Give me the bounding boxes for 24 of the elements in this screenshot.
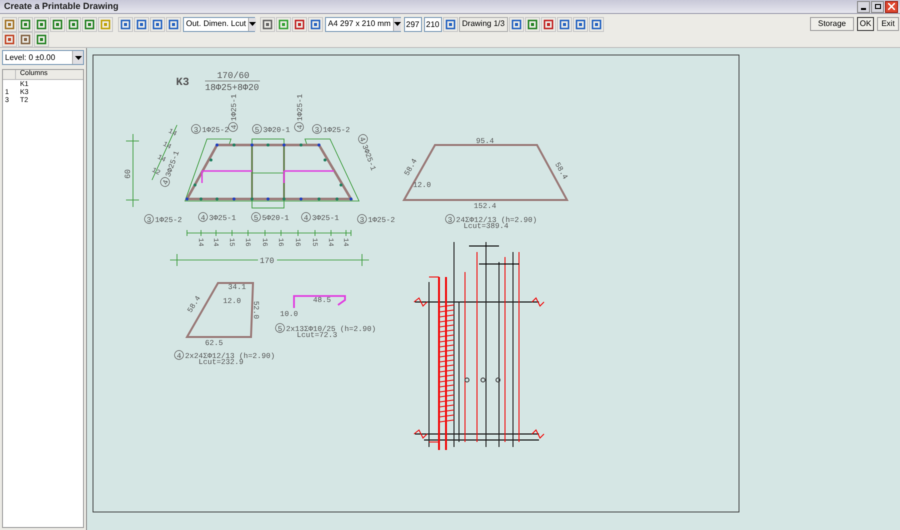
paper-size-select[interactable]: A4 297 x 210 mm: [325, 16, 401, 32]
ok-button[interactable]: OK: [857, 17, 874, 31]
restore-button[interactable]: [871, 0, 884, 12]
restore-icon: [874, 4, 880, 9]
reinforcement-formula: 18Φ25+8Φ20: [205, 83, 260, 93]
storage-button[interactable]: Storage: [810, 17, 854, 31]
level-select[interactable]: Level: 0 ±0.00: [2, 50, 84, 65]
close-button[interactable]: [885, 0, 898, 12]
view-select[interactable]: Out. Dimen. Lcut: [183, 16, 255, 32]
section-size: 170/60: [217, 71, 250, 81]
side-dimension-line: [152, 124, 178, 180]
close-icon: [888, 3, 895, 10]
height-field[interactable]: 210: [424, 16, 442, 32]
exit-button[interactable]: Exit: [877, 17, 899, 31]
dimension-value: 60: [124, 169, 133, 179]
stirrup-shape: [185, 282, 254, 338]
drawing-counter: Drawing 1/3: [459, 16, 508, 32]
minimize-icon: [861, 8, 866, 10]
dimension-value: 170: [260, 257, 274, 266]
minimize-button[interactable]: [857, 0, 870, 12]
width-field[interactable]: 297: [404, 16, 422, 32]
column-mark: K3: [176, 77, 190, 89]
hook-bar-shape: [293, 295, 346, 308]
window-title: Create a Printable Drawing: [3, 0, 120, 13]
